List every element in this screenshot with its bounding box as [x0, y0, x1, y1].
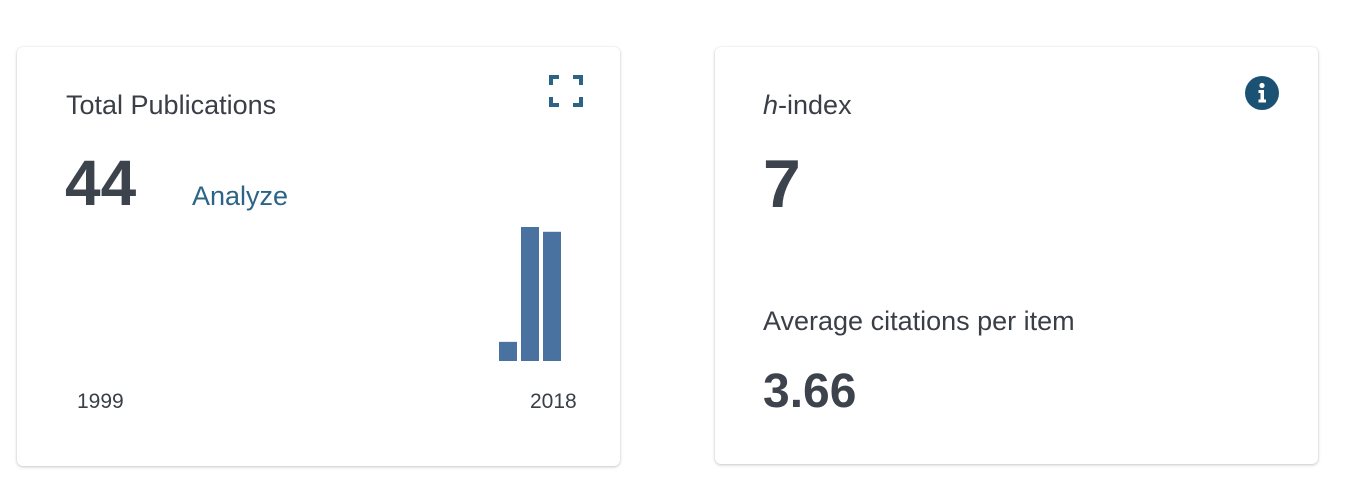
publications-bar-chart: [499, 227, 561, 361]
publication-bar: [543, 231, 561, 361]
publication-bar: [521, 227, 539, 361]
average-citations-label: Average citations per item: [763, 306, 1075, 336]
x-tick-label-end: 2018: [530, 390, 577, 413]
expand-icon[interactable]: [547, 73, 585, 109]
h-index-title-rest: -index: [778, 90, 852, 120]
h-index-value: 7: [763, 146, 801, 222]
total-publications-title: Total Publications: [66, 90, 277, 120]
h-index-title-italic: h: [763, 90, 779, 120]
publication-bar: [499, 341, 517, 361]
h-index-card: h-index 7 Average citations per item 3.6…: [715, 47, 1318, 464]
average-citations-value: 3.66: [763, 365, 857, 418]
total-publications-count: 44: [65, 147, 137, 219]
h-index-title: h-index: [763, 90, 852, 121]
analyze-link[interactable]: Analyze: [192, 181, 288, 212]
total-publications-card: Total Publications 44 Analyze 1999 2018: [17, 47, 620, 466]
info-icon[interactable]: [1244, 75, 1280, 111]
x-tick-label-start: 1999: [77, 390, 124, 413]
